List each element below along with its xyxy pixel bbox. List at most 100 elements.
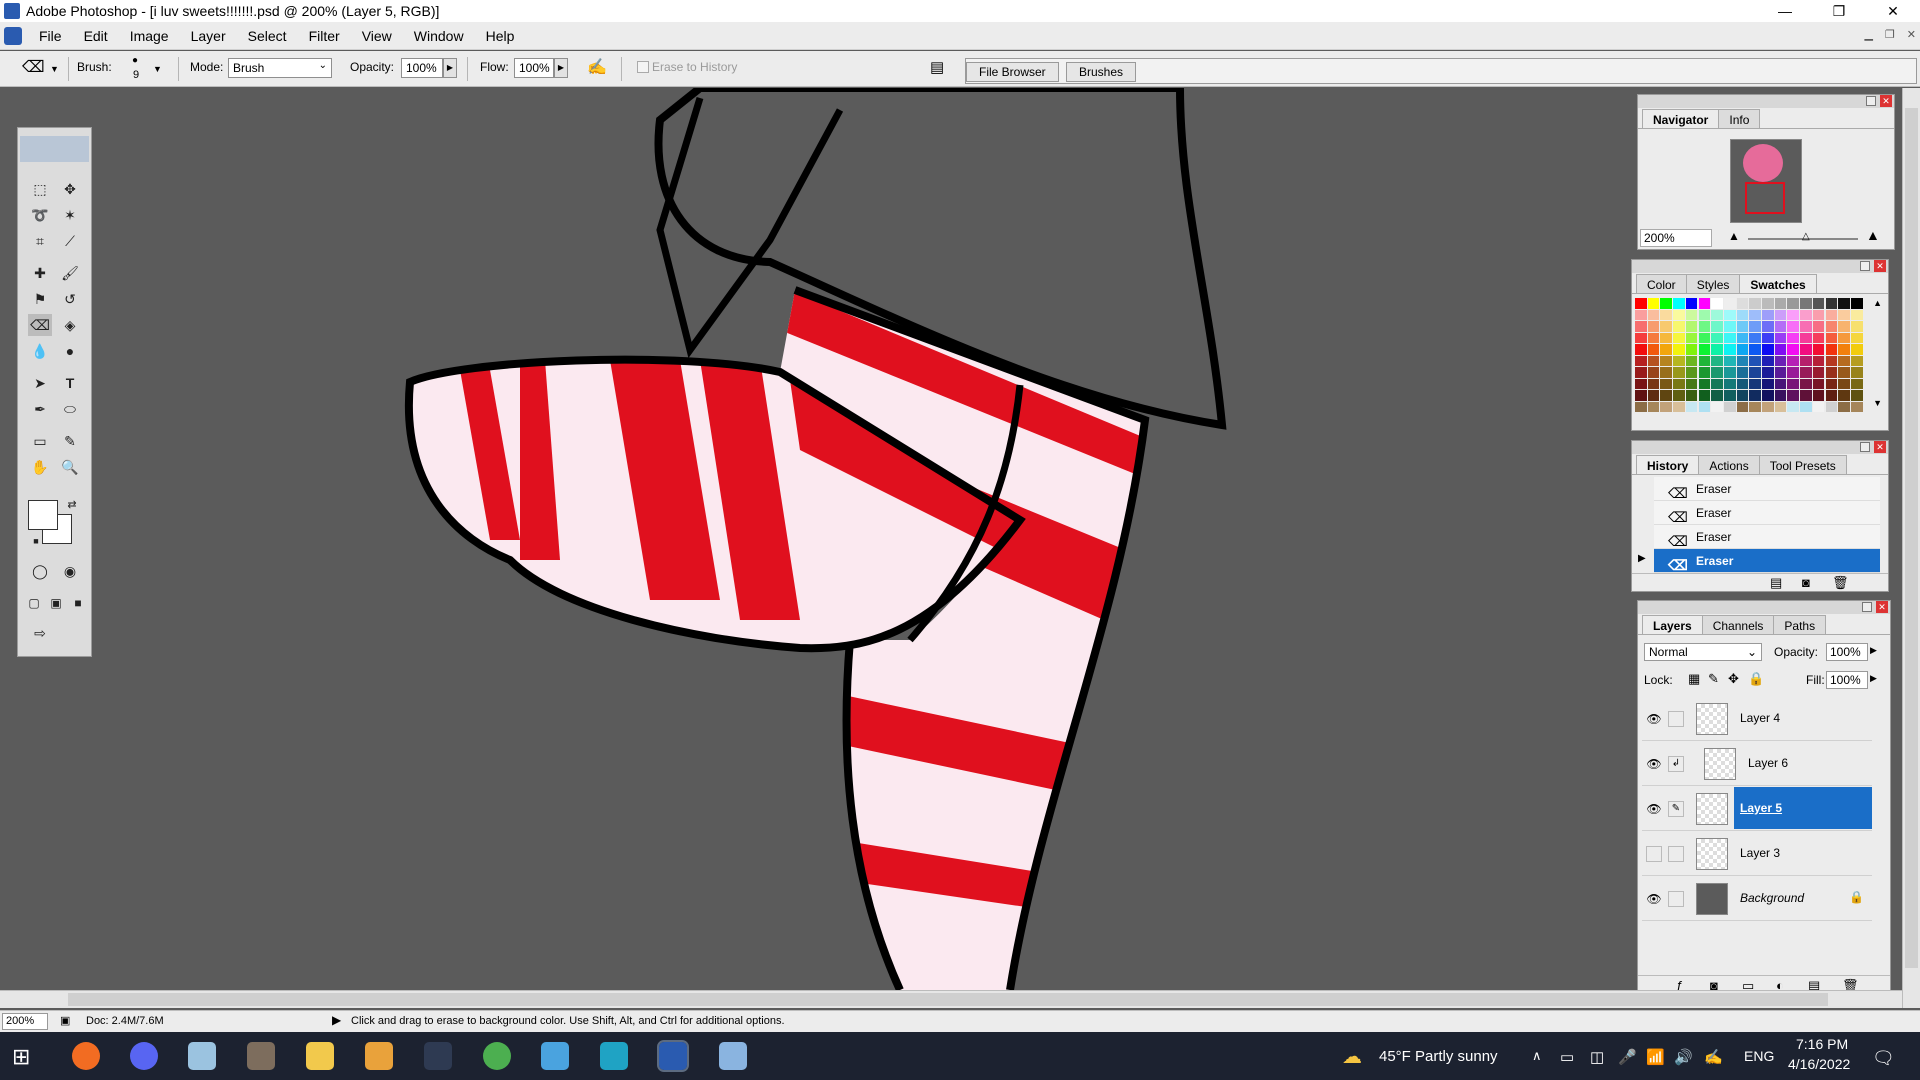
color-swatch[interactable] (1698, 378, 1711, 389)
dodge-tool-icon[interactable]: ● (58, 340, 82, 362)
color-swatch[interactable] (1698, 367, 1711, 378)
brush-tool-icon[interactable]: 🖌 (58, 262, 82, 284)
color-swatch[interactable] (1723, 390, 1736, 401)
hand-tool-icon[interactable]: ✋ (28, 456, 52, 478)
color-swatch[interactable] (1698, 344, 1711, 355)
history-state[interactable]: ⌫ Eraser (1654, 477, 1880, 501)
color-swatch[interactable] (1800, 390, 1812, 401)
color-swatch[interactable] (1635, 390, 1647, 401)
color-swatch[interactable] (1736, 309, 1749, 320)
color-swatch[interactable] (1647, 321, 1660, 332)
wifi-icon[interactable]: 📶 (1646, 1048, 1665, 1066)
swatch-grid[interactable] (1635, 298, 1865, 412)
color-swatch[interactable] (1825, 344, 1838, 355)
mode-select[interactable]: Brush ⌄ (228, 58, 332, 78)
notifications-icon[interactable]: 🗨 (1872, 1048, 1895, 1069)
brushes-tab[interactable]: Brushes (1066, 62, 1137, 82)
color-swatch[interactable] (1774, 309, 1787, 320)
document-canvas[interactable] (0, 88, 1902, 990)
opacity-arrow-icon[interactable]: ▶ (1870, 645, 1877, 656)
default-colors-icon[interactable]: ■ (24, 530, 48, 552)
slice-tool-icon[interactable]: ⟋ (58, 230, 82, 252)
show-hidden-icons-icon[interactable]: ∧ (1532, 1048, 1542, 1064)
color-swatch[interactable] (1635, 344, 1647, 355)
color-swatch[interactable] (1660, 390, 1673, 401)
color-swatch[interactable] (1774, 355, 1787, 366)
color-swatch[interactable] (1812, 309, 1825, 320)
clock-date[interactable]: 4/16/2022 (1788, 1056, 1850, 1072)
opacity-slider-arrow-icon[interactable]: ▶ (443, 58, 457, 78)
layer-row[interactable]: 👁 ↲ Layer 6 (1642, 742, 1872, 786)
language-indicator[interactable]: ENG (1744, 1048, 1774, 1064)
color-swatch[interactable] (1711, 309, 1723, 320)
color-swatch[interactable] (1698, 390, 1711, 401)
color-swatch[interactable] (1838, 367, 1850, 378)
app-icon[interactable] (247, 1042, 275, 1070)
color-swatch[interactable] (1825, 355, 1838, 366)
color-swatch[interactable] (1774, 378, 1787, 389)
color-swatch[interactable] (1647, 367, 1660, 378)
color-swatch[interactable] (1635, 401, 1647, 412)
color-swatch[interactable] (1850, 344, 1863, 355)
vertical-scroll-thumb[interactable] (1905, 108, 1918, 968)
panel-close-icon[interactable]: ✕ (1880, 95, 1892, 107)
panel-close-icon[interactable]: ✕ (1874, 260, 1886, 272)
zoom-tool-icon[interactable]: 🔍 (58, 456, 82, 478)
color-swatch[interactable] (1774, 332, 1787, 343)
color-swatch[interactable] (1800, 332, 1812, 343)
color-swatch[interactable] (1736, 390, 1749, 401)
lock-position-icon[interactable]: ✥ (1728, 671, 1739, 687)
minimize-button[interactable]: — (1758, 0, 1812, 22)
color-swatch[interactable] (1825, 321, 1838, 332)
volume-icon[interactable]: 🔊 (1674, 1048, 1693, 1066)
color-swatch[interactable] (1787, 298, 1800, 309)
color-swatch[interactable] (1673, 321, 1685, 332)
color-swatch[interactable] (1673, 344, 1685, 355)
opacity-input[interactable]: 100% (401, 58, 443, 78)
color-swatch[interactable] (1774, 401, 1787, 412)
brush-dot-icon[interactable]: ● (132, 55, 138, 66)
layer-row-active[interactable]: 👁 ✎ Layer 5 (1642, 787, 1872, 831)
color-swatch[interactable] (1787, 332, 1800, 343)
file-explorer-icon[interactable] (306, 1042, 334, 1070)
color-swatch[interactable] (1698, 401, 1711, 412)
color-swatch[interactable] (1800, 298, 1812, 309)
color-swatch[interactable] (1838, 309, 1850, 320)
file-browser-tab[interactable]: File Browser (966, 62, 1059, 82)
navigator-zoom-input[interactable]: 200% (1640, 229, 1712, 247)
color-swatch[interactable] (1673, 378, 1685, 389)
color-swatch[interactable] (1812, 390, 1825, 401)
color-swatch[interactable] (1749, 309, 1761, 320)
color-swatch[interactable] (1673, 401, 1685, 412)
color-swatch[interactable] (1749, 401, 1761, 412)
paint-bucket-tool-icon[interactable]: ◈ (58, 314, 82, 336)
color-swatch[interactable] (1736, 355, 1749, 366)
color-swatch[interactable] (1774, 344, 1787, 355)
tab-tool-presets[interactable]: Tool Presets (1758, 455, 1847, 474)
color-swatch[interactable] (1812, 344, 1825, 355)
color-swatch[interactable] (1774, 390, 1787, 401)
color-swatch[interactable] (1736, 378, 1749, 389)
lasso-tool-icon[interactable]: ➰ (28, 204, 52, 226)
panel-close-icon[interactable]: ✕ (1874, 441, 1886, 453)
color-swatch[interactable] (1749, 321, 1761, 332)
fill-arrow-icon[interactable]: ▶ (1870, 673, 1877, 684)
tool-preset-dropdown-arrow-icon[interactable]: ▼ (50, 64, 59, 74)
color-swatch[interactable] (1800, 321, 1812, 332)
color-swatch[interactable] (1762, 355, 1774, 366)
color-swatch[interactable] (1850, 298, 1863, 309)
color-swatch[interactable] (1736, 298, 1749, 309)
color-swatch[interactable] (1787, 344, 1800, 355)
close-button[interactable]: ✕ (1866, 0, 1920, 22)
color-swatch[interactable] (1838, 332, 1850, 343)
chrome-icon[interactable] (483, 1042, 511, 1070)
color-swatch[interactable] (1850, 332, 1863, 343)
color-swatch[interactable] (1850, 309, 1863, 320)
color-swatch[interactable] (1685, 390, 1698, 401)
scroll-up-icon[interactable]: ▲ (1873, 298, 1882, 308)
foreground-color-swatch[interactable] (28, 500, 58, 530)
color-swatch[interactable] (1685, 309, 1698, 320)
app-network-icon[interactable] (541, 1042, 569, 1070)
vertical-scrollbar[interactable] (1902, 88, 1920, 1008)
clock-time[interactable]: 7:16 PM (1796, 1036, 1848, 1052)
